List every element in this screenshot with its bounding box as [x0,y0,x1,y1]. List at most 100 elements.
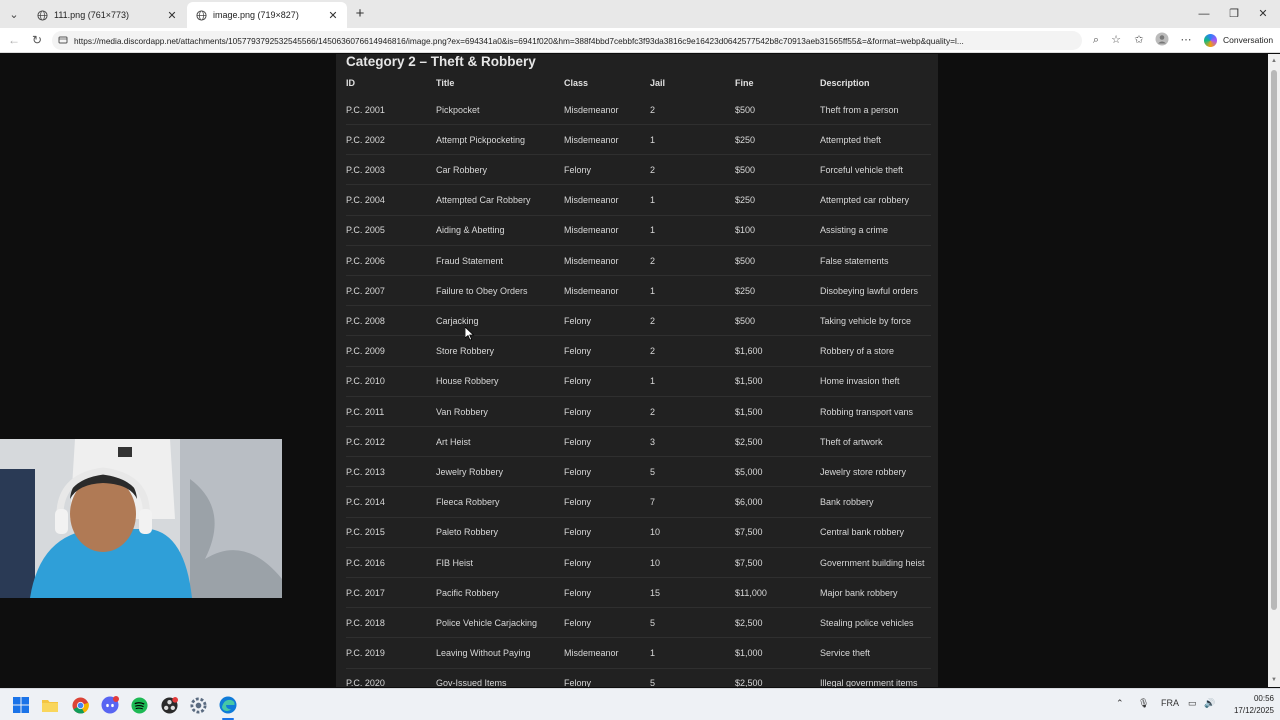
site-info-icon[interactable] [58,35,68,47]
cell-title: Leaving Without Paying [436,648,531,659]
cell-fine: $500 [735,164,756,175]
scrollbar-thumb[interactable] [1271,70,1277,610]
vertical-scrollbar[interactable]: ▲ ▼ [1268,54,1280,687]
cell-description: Government building heist [820,557,925,568]
table-row: P.C. 2005 Aiding & Abetting Misdemeanor 1 $1… [346,216,931,246]
cell-description: Home invasion theft [820,376,900,387]
cell-title: Art Heist [436,436,471,447]
cell-class: Felony [564,557,592,568]
windows-start-icon[interactable] [12,696,30,714]
cell-fine: $5,000 [735,466,763,477]
cell-id: P.C. 2019 [346,648,385,659]
obs-icon[interactable] [160,696,178,714]
globe-icon [195,9,207,21]
cell-id: P.C. 2018 [346,617,385,628]
cell-id: P.C. 2013 [346,466,385,477]
new-tab-plus-icon[interactable]: + [352,4,368,24]
cell-title: Attempted Car Robbery [436,195,531,206]
cell-id: P.C. 2006 [346,255,385,266]
cell-description: Jewelry store robbery [820,466,907,477]
cell-title: Fleeca Robbery [436,497,500,508]
table-row: P.C. 2014 Fleeca Robbery Felony 7 $6,000 Bank… [346,488,931,518]
cell-class: Felony [564,164,592,175]
webcam-overlay [0,439,282,598]
system-clock[interactable]: 00:56 17/12/2025 [1218,693,1274,717]
cell-id: P.C. 2011 [346,406,385,417]
zoom-icon[interactable]: ⌕ [1088,32,1104,48]
cell-jail: 15 [650,587,661,598]
url-text: https://media.discordapp.net/attachments… [74,35,964,46]
cell-fine: $1,600 [735,346,763,357]
clock-date: 17/12/2025 [1233,706,1274,715]
cell-fine: $2,500 [735,678,763,687]
table-row: P.C. 2010 House Robbery Felony 1 $1,500 Home … [346,367,931,397]
cell-id: P.C. 2009 [346,346,385,357]
spotify-icon[interactable] [130,696,148,714]
cell-title: Paleto Robbery [436,527,499,538]
copilot-conversation-button[interactable]: Conversation [1204,32,1273,48]
cell-class: Misdemeanor [564,285,619,296]
profile-avatar-icon[interactable] [1154,32,1170,48]
cell-fine: $250 [735,195,756,206]
cell-jail: 2 [650,315,656,326]
cell-class: Felony [564,315,592,326]
cell-jail: 1 [650,376,656,387]
network-icon[interactable]: ▭ [1188,698,1197,709]
favorites-list-icon[interactable]: ✩ [1131,32,1147,48]
cell-jail: 2 [650,104,656,115]
cell-fine: $6,000 [735,497,763,508]
close-tab-icon[interactable]: ✕ [166,9,178,22]
cell-title: House Robbery [436,376,499,387]
show-hidden-icons-chevron-icon[interactable]: ⌃ [1116,698,1124,709]
cell-title: Attempt Pickpocketing [436,134,526,145]
table-row: P.C. 2004 Attempted Car Robbery Misdemeano… [346,186,931,216]
table-row: P.C. 2013 Jewelry Robbery Felony 5 $5,000 Jew… [346,457,931,488]
cell-title: Police Vehicle Carjacking [436,617,538,628]
cell-class: Felony [564,587,592,598]
edge-browser-icon[interactable] [219,696,237,714]
cell-jail: 10 [650,557,661,568]
settings-gear-icon[interactable] [189,696,207,714]
cell-description: Robbing transport vans [820,406,914,417]
volume-icon[interactable]: 🔊 [1204,698,1215,709]
table-row: P.C. 2009 Store Robbery Felony 2 $1,600 Robbe… [346,337,931,367]
tab-actions-chevron-icon[interactable]: ⌄ [4,4,24,24]
cell-description: Bank robbery [820,497,874,508]
file-explorer-icon[interactable] [41,696,59,714]
cell-title: FIB Heist [436,557,474,568]
language-indicator[interactable]: FRA [1161,698,1179,708]
more-options-icon[interactable]: ⋯ [1178,32,1194,48]
scroll-up-arrow-icon[interactable]: ▲ [1270,58,1278,64]
restore-icon[interactable]: ❐ [1222,6,1246,22]
window-close-icon[interactable]: ✕ [1251,6,1275,22]
table-row: P.C. 2001 Pickpocket Misdemeanor 2 $500 Theft… [346,95,931,125]
cell-fine: $500 [735,315,756,326]
favorite-star-icon[interactable]: ☆ [1108,32,1124,48]
table-row: P.C. 2016 FIB Heist Felony 10 $7,500 Governme… [346,548,931,578]
cell-fine: $250 [735,285,756,296]
cell-class: Misdemeanor [564,104,619,115]
tab-111-png[interactable]: 111.png (761×773) ✕ [28,2,186,28]
cell-description: Service theft [820,648,871,659]
chrome-icon[interactable] [71,696,89,714]
table-row: P.C. 2002 Attempt Pickpocketing Misdemeano… [346,125,931,156]
cell-description: False statements [820,255,889,266]
cell-jail: 2 [650,164,656,175]
discord-icon[interactable] [101,696,119,714]
refresh-icon[interactable]: ↻ [29,32,45,48]
cell-jail: 1 [650,195,656,206]
back-arrow-icon[interactable]: ← [6,32,22,48]
tab-image-png[interactable]: image.png (719×827) ✕ [187,2,347,28]
clock-time: 00:56 [1253,694,1274,703]
microphone-icon[interactable]: 🎙 [1138,698,1149,709]
col-header-class: Class [564,78,589,88]
cell-jail: 1 [650,285,656,296]
cell-description: Robbery of a store [820,346,895,357]
minimize-icon[interactable]: — [1192,6,1216,22]
close-tab-icon[interactable]: ✕ [327,9,339,22]
table-row: P.C. 2017 Pacific Robbery Felony 15 $11,000 M… [346,578,931,609]
tab-label: image.png (719×827) [213,10,299,20]
scroll-down-arrow-icon[interactable]: ▼ [1270,677,1278,683]
url-field[interactable]: https://media.discordapp.net/attachments… [52,31,1082,50]
cell-jail: 2 [650,255,656,266]
